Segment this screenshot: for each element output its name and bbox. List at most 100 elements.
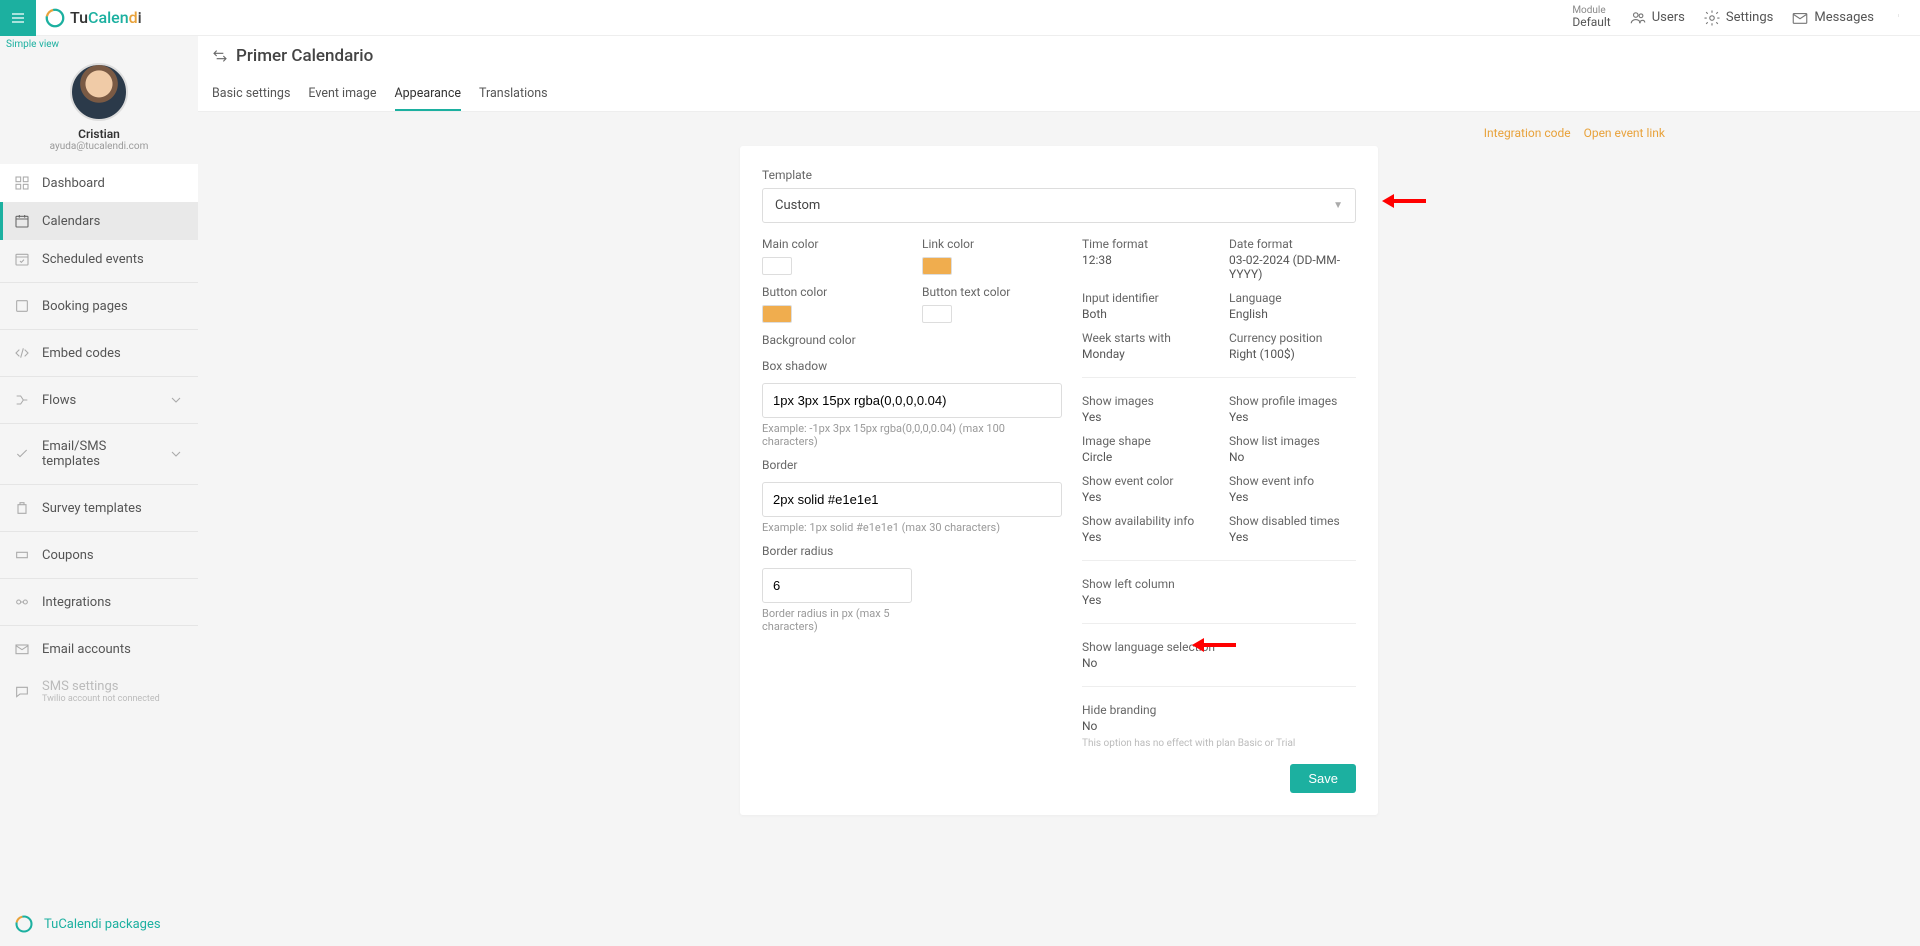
setting-image-shape[interactable]: Image shapeCircle [1082, 434, 1209, 464]
appearance-card: Template Custom ▼ Main color [740, 146, 1378, 815]
setting-show-disabled-times[interactable]: Show disabled timesYes [1229, 514, 1356, 544]
sidebar-footer[interactable]: TuCalendi packages [0, 914, 198, 934]
grid-icon [14, 175, 30, 191]
brand-logo[interactable]: TuCalendi [44, 7, 142, 29]
nav-divider [0, 423, 198, 424]
box-shadow-input[interactable] [762, 383, 1062, 418]
setting-time-format[interactable]: Time format12:38 [1082, 237, 1209, 281]
button-color-label: Button color [762, 285, 902, 299]
sidebar: Simple view Cristian ayuda@tucalendi.com… [0, 36, 198, 946]
tab-event-image[interactable]: Event image [308, 78, 376, 111]
setting-week-starts[interactable]: Week starts withMonday [1082, 331, 1209, 361]
nav-coupons[interactable]: Coupons [0, 536, 198, 574]
box-shadow-label: Box shadow [762, 359, 1062, 373]
main-color-swatch[interactable] [762, 257, 792, 275]
setting-show-left-column[interactable]: Show left columnYes [1082, 577, 1356, 607]
annotation-arrow [1192, 638, 1236, 652]
border-radius-input[interactable] [762, 568, 912, 603]
nav-flows[interactable]: Flows [0, 381, 198, 419]
chevron-down-icon [168, 446, 184, 462]
background-color-label: Background color [762, 333, 1062, 347]
kebab-icon [1898, 8, 1902, 24]
setting-input-identifier[interactable]: Input identifierBoth [1082, 291, 1209, 321]
ticket-icon [14, 547, 30, 563]
link-icon [14, 594, 30, 610]
tab-basic-settings[interactable]: Basic settings [212, 78, 290, 111]
setting-show-event-color[interactable]: Show event colorYes [1082, 474, 1209, 504]
nav-divider [0, 578, 198, 579]
hamburger-icon [10, 10, 26, 26]
nav-label: Scheduled events [42, 252, 144, 267]
caret-down-icon: ▼ [1333, 200, 1343, 211]
page-icon [14, 298, 30, 314]
simple-view-toggle[interactable]: Simple view [0, 36, 198, 53]
nav-label: SMS settings [42, 679, 118, 694]
nav: Dashboard Calendars Scheduled events Boo… [0, 164, 198, 715]
users-icon [1629, 9, 1647, 27]
profile-email: ayuda@tucalendi.com [0, 141, 198, 152]
nav-sublabel: Twilio account not connected [42, 694, 160, 704]
messages-link[interactable]: Messages [1791, 9, 1874, 27]
nav-sms-settings[interactable]: SMS settingsTwilio account not connected [0, 668, 198, 715]
nav-label: Integrations [42, 595, 111, 610]
nav-scheduled-events[interactable]: Scheduled events [0, 240, 198, 278]
code-icon [14, 345, 30, 361]
border-input[interactable] [762, 482, 1062, 517]
link-color-swatch[interactable] [922, 257, 952, 275]
tabs: Basic settings Event image Appearance Tr… [212, 78, 1906, 111]
calendar-check-icon [14, 251, 30, 267]
setting-hide-branding[interactable]: Hide branding No This option has no effe… [1082, 703, 1356, 750]
module-selector[interactable]: Module Default [1572, 5, 1610, 29]
setting-show-event-info[interactable]: Show event infoYes [1229, 474, 1356, 504]
setting-show-language-selection[interactable]: Show language selection No [1082, 640, 1356, 670]
open-event-link[interactable]: Open event link [1584, 126, 1665, 140]
button-color-swatch[interactable] [762, 305, 792, 323]
settings-link[interactable]: Settings [1703, 9, 1773, 27]
nav-divider [0, 282, 198, 283]
menu-toggle-button[interactable] [0, 0, 36, 36]
setting-currency-position[interactable]: Currency positionRight (100$) [1229, 331, 1356, 361]
button-text-color-swatch[interactable] [922, 305, 952, 323]
page-header: Primer Calendario Basic settings Event i… [198, 36, 1920, 112]
more-menu-button[interactable] [1892, 8, 1908, 28]
nav-email-accounts[interactable]: Email accounts [0, 630, 198, 668]
annotation-arrow [1382, 194, 1426, 208]
avatar[interactable] [70, 63, 128, 121]
setting-date-format[interactable]: Date format03-02-2024 (DD-MM-YYYY) [1229, 237, 1356, 281]
save-button[interactable]: Save [1290, 764, 1356, 793]
setting-show-availability[interactable]: Show availability infoYes [1082, 514, 1209, 544]
profile-name: Cristian [0, 127, 198, 141]
integration-code-link[interactable]: Integration code [1484, 126, 1571, 140]
nav-email-sms-templates[interactable]: Email/SMS templates [0, 428, 198, 480]
nav-divider [0, 484, 198, 485]
nav-label: Dashboard [42, 176, 105, 191]
nav-dashboard[interactable]: Dashboard [0, 164, 198, 202]
setting-show-images[interactable]: Show imagesYes [1082, 394, 1209, 424]
tab-translations[interactable]: Translations [479, 78, 548, 111]
calendar-icon [14, 213, 30, 229]
nav-embed-codes[interactable]: Embed codes [0, 334, 198, 372]
tab-appearance[interactable]: Appearance [395, 78, 462, 111]
border-radius-hint: Border radius in px (max 5 characters) [762, 607, 912, 633]
button-text-color-label: Button text color [922, 285, 1062, 299]
nav-label: Email/SMS templates [42, 439, 156, 469]
setting-show-list-images[interactable]: Show list imagesNo [1229, 434, 1356, 464]
setting-language[interactable]: LanguageEnglish [1229, 291, 1356, 321]
page-top-links: Integration code Open event link [453, 126, 1665, 146]
nav-survey-templates[interactable]: Survey templates [0, 489, 198, 527]
main-color-label: Main color [762, 237, 902, 251]
border-label: Border [762, 458, 1062, 472]
gear-icon [1703, 9, 1721, 27]
nav-booking-pages[interactable]: Booking pages [0, 287, 198, 325]
template-select[interactable]: Custom ▼ [762, 188, 1356, 223]
separator [1082, 560, 1356, 561]
nav-calendars[interactable]: Calendars [0, 202, 198, 240]
flow-icon [14, 392, 30, 408]
swap-icon[interactable] [212, 48, 228, 64]
nav-integrations[interactable]: Integrations [0, 583, 198, 621]
packages-link[interactable]: TuCalendi packages [44, 917, 161, 932]
users-link[interactable]: Users [1629, 9, 1685, 27]
chat-icon [14, 684, 30, 700]
setting-show-profile-images[interactable]: Show profile imagesYes [1229, 394, 1356, 424]
nav-divider [0, 376, 198, 377]
